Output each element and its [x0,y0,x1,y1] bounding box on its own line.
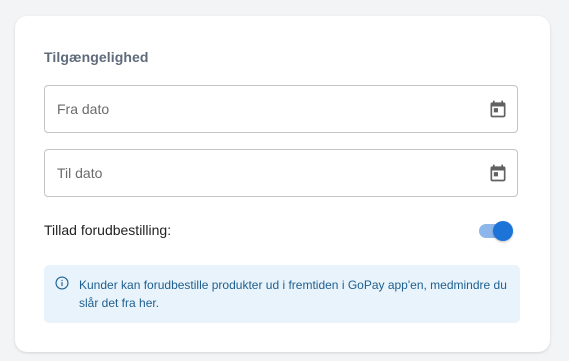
info-box: Kunder kan forudbestille produkter ud i … [44,265,520,323]
info-icon [55,276,69,290]
to-date-placeholder: Til dato [57,165,103,181]
section-title: Tilgængelighed [44,49,149,65]
toggle-thumb[interactable] [493,221,513,241]
from-date-placeholder: Fra dato [57,101,110,117]
from-date-field[interactable]: Fra dato [44,85,518,133]
info-text: Kunder kan forudbestille produkter ud i … [79,278,507,310]
calendar-icon[interactable] [488,99,508,119]
calendar-icon[interactable] [488,163,508,183]
preorder-toggle[interactable] [477,221,513,241]
preorder-label: Tillad forudbestilling: [44,222,172,238]
to-date-field[interactable]: Til dato [44,149,518,197]
availability-card: Tilgængelighed Fra dato Til dato Tillad … [15,16,550,352]
